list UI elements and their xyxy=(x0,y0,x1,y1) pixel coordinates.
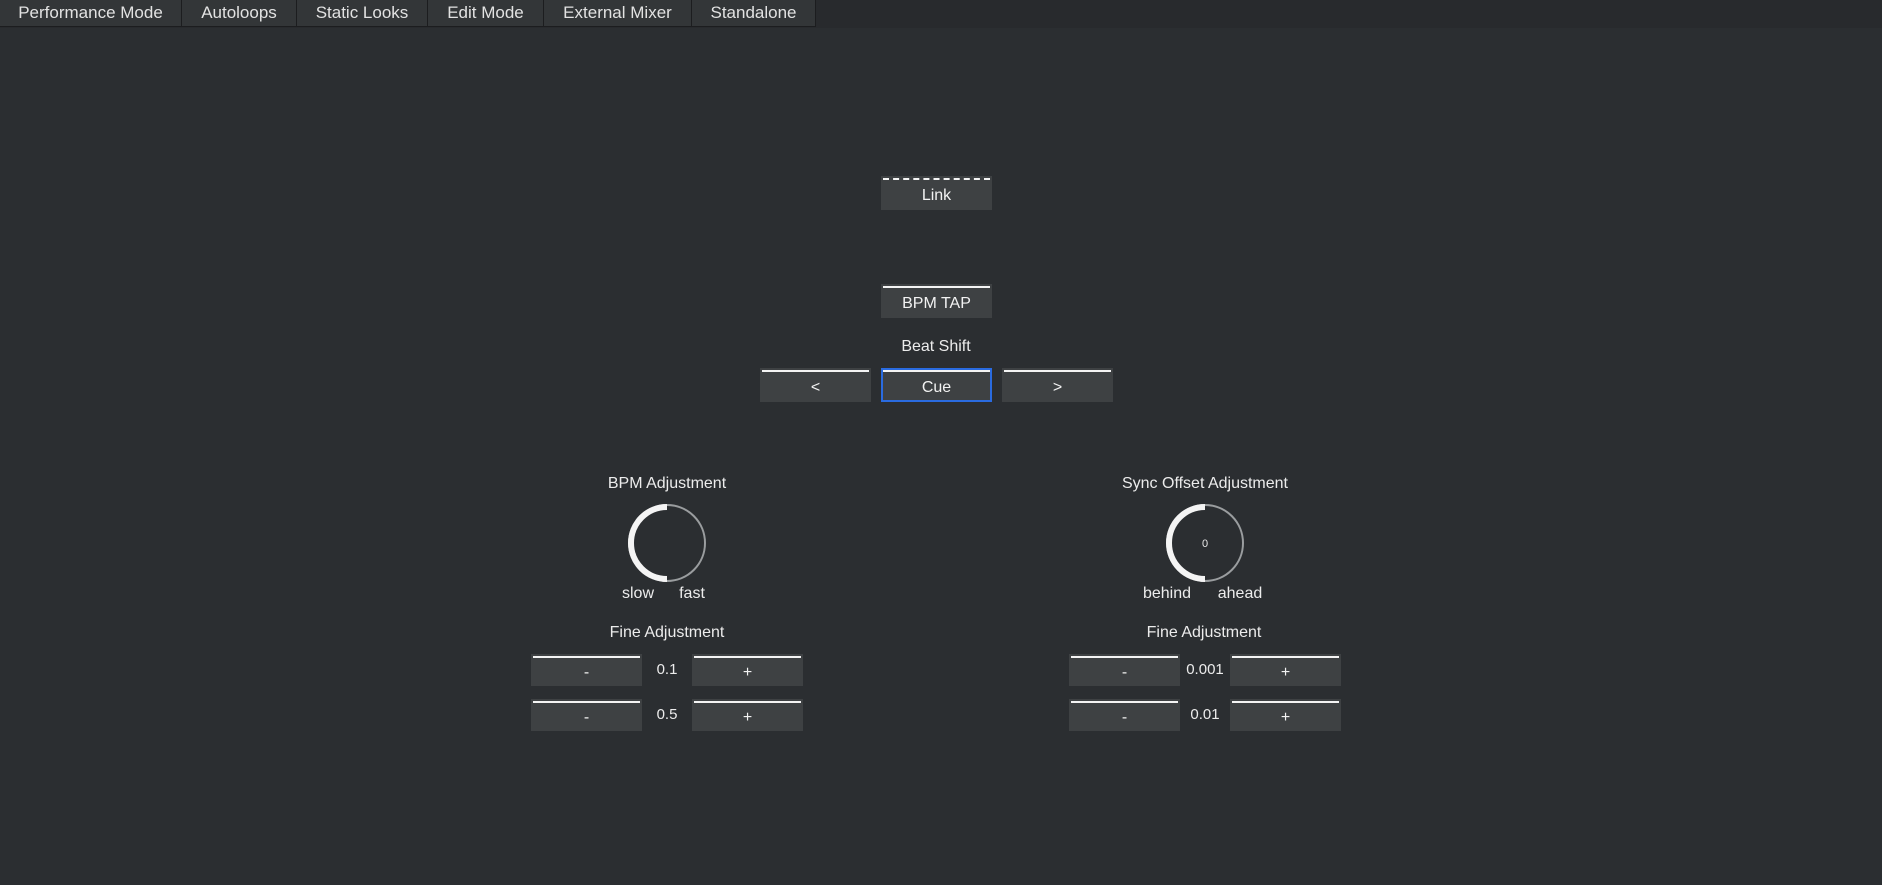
bpm-fine-plus-indicator-1 xyxy=(694,656,801,658)
cue-label: Cue xyxy=(921,379,952,396)
sync-fine-minus-label-1: - xyxy=(1121,664,1128,681)
beat-shift-title: Beat Shift xyxy=(901,338,971,355)
beat-shift-back-indicator xyxy=(762,370,869,372)
bpm-fine-plus-label-1: + xyxy=(742,664,753,681)
link-indicator xyxy=(883,178,990,180)
bpm-fine-adjustment-title: Fine Adjustment xyxy=(609,624,725,641)
sync-offset-adjustment-title: Sync Offset Adjustment xyxy=(1121,475,1288,492)
sync-fine-step-1: 0.001 xyxy=(1186,661,1224,678)
sync-fine-plus-label-1: + xyxy=(1280,664,1291,681)
bpm-fine-plus-button-1[interactable]: + xyxy=(692,654,803,686)
bpm-fine-step-2: 0.5 xyxy=(656,706,678,723)
tab-performance-mode[interactable]: Performance Mode xyxy=(0,0,182,27)
tab-static-looks[interactable]: Static Looks xyxy=(297,0,428,27)
sync-fine-plus-button-2[interactable]: + xyxy=(1230,699,1341,731)
sync-fine-plus-indicator-1 xyxy=(1232,656,1339,658)
link-label: Link xyxy=(921,187,952,204)
bpm-tap-button[interactable]: BPM TAP xyxy=(881,284,992,318)
sync-fine-minus-button-2[interactable]: - xyxy=(1069,699,1180,731)
mode-tab-bar: Performance Mode Autoloops Static Looks … xyxy=(0,0,1882,28)
bpm-fine-minus-button-1[interactable]: - xyxy=(531,654,642,686)
bpm-adjustment-title: BPM Adjustment xyxy=(607,475,727,492)
bpm-fine-plus-indicator-2 xyxy=(694,701,801,703)
tab-autoloops[interactable]: Autoloops xyxy=(182,0,297,27)
sync-fine-step-2: 0.01 xyxy=(1190,706,1220,723)
sync-fine-minus-button-1[interactable]: - xyxy=(1069,654,1180,686)
sync-fine-minus-indicator-2 xyxy=(1071,701,1178,703)
bpm-knob-min-label: slow xyxy=(621,585,654,602)
beat-shift-back-label: < xyxy=(810,379,821,396)
link-button[interactable]: Link xyxy=(881,176,992,210)
bpm-tap-indicator xyxy=(883,286,990,288)
sync-fine-plus-indicator-2 xyxy=(1232,701,1339,703)
sync-knob-min-label: behind xyxy=(1142,585,1192,602)
bpm-fine-minus-label-1: - xyxy=(583,664,590,681)
tab-standalone[interactable]: Standalone xyxy=(692,0,816,27)
bpm-tap-label: BPM TAP xyxy=(902,295,971,312)
beat-shift-back-button[interactable]: < xyxy=(760,368,871,402)
bpm-fine-plus-label-2: + xyxy=(742,709,753,726)
sync-fine-adjustment-title: Fine Adjustment xyxy=(1146,624,1262,641)
beat-shift-forward-indicator xyxy=(1004,370,1111,372)
bpm-knob-value-arc xyxy=(628,504,668,582)
sync-knob-value: 0 xyxy=(1202,538,1208,550)
tab-external-mixer[interactable]: External Mixer xyxy=(544,0,692,27)
cue-indicator xyxy=(883,370,990,372)
sync-knob-max-label: ahead xyxy=(1217,585,1263,602)
bpm-fine-step-1: 0.1 xyxy=(656,661,678,678)
beat-shift-forward-label: > xyxy=(1052,379,1063,396)
bpm-adjustment-knob[interactable] xyxy=(627,503,707,583)
bpm-fine-minus-button-2[interactable]: - xyxy=(531,699,642,731)
tab-edit-mode[interactable]: Edit Mode xyxy=(428,0,544,27)
bpm-fine-minus-indicator-2 xyxy=(533,701,640,703)
beat-shift-forward-button[interactable]: > xyxy=(1002,368,1113,402)
bpm-fine-minus-indicator-1 xyxy=(533,656,640,658)
bpm-fine-minus-label-2: - xyxy=(583,709,590,726)
sync-fine-plus-label-2: + xyxy=(1280,709,1291,726)
sync-offset-knob[interactable]: 0 xyxy=(1165,503,1245,583)
bpm-knob-max-label: fast xyxy=(679,585,705,602)
bpm-fine-plus-button-2[interactable]: + xyxy=(692,699,803,731)
sync-fine-plus-button-1[interactable]: + xyxy=(1230,654,1341,686)
sync-fine-minus-indicator-1 xyxy=(1071,656,1178,658)
sync-fine-minus-label-2: - xyxy=(1121,709,1128,726)
sync-knob-value-arc xyxy=(1166,504,1206,582)
cue-button[interactable]: Cue xyxy=(881,368,992,402)
